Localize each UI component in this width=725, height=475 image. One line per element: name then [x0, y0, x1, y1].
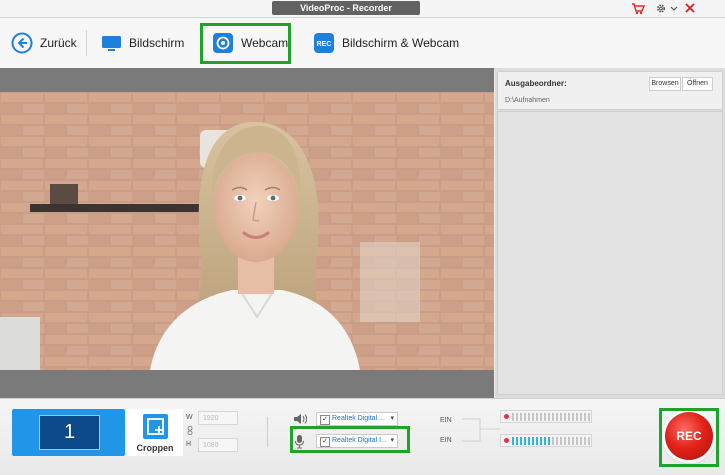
- mic-state: EIN: [440, 437, 452, 444]
- monitor-icon: [102, 36, 121, 51]
- settings-panel-body: [497, 111, 723, 395]
- height-label: H: [186, 441, 192, 448]
- width-field[interactable]: 1920: [198, 411, 238, 425]
- tab-webcam-label: Webcam: [241, 36, 289, 50]
- chevron-down-icon: ▾: [390, 415, 394, 422]
- mic-device-select[interactable]: ✓ Realtek Digital I... ▾: [316, 434, 398, 448]
- link-icon[interactable]: [187, 426, 193, 435]
- speaker-icon[interactable]: [293, 413, 307, 425]
- toolbar: Zurück Bildschirm Webcam REC Bildschirm …: [0, 18, 725, 69]
- chevron-down-icon[interactable]: [668, 2, 682, 15]
- close-icon[interactable]: [683, 2, 697, 15]
- back-button[interactable]: Zurück: [11, 18, 77, 68]
- tab-screen[interactable]: Bildschirm: [101, 18, 184, 68]
- gear-icon[interactable]: [654, 2, 668, 15]
- mic-checkbox[interactable]: ✓: [320, 437, 330, 447]
- bottom-divider: [267, 417, 268, 447]
- crop-icon: [143, 414, 168, 439]
- output-folder-path: D:\Aufnahmen: [505, 97, 550, 104]
- mic-level-dot: [504, 438, 509, 443]
- toolbar-divider: [86, 30, 87, 56]
- monitor-select-button[interactable]: 1: [12, 409, 125, 456]
- back-label: Zurück: [40, 36, 77, 50]
- speaker-state: EIN: [440, 417, 452, 424]
- speaker-level-meter: [500, 410, 592, 423]
- microphone-icon[interactable]: [294, 434, 305, 449]
- rec-screen-icon: REC: [314, 33, 334, 53]
- width-label: W: [186, 414, 193, 421]
- chevron-down-icon: ▾: [390, 437, 394, 444]
- speaker-device-name: Realtek Digital ...: [332, 415, 385, 422]
- cart-icon[interactable]: [631, 2, 645, 15]
- webcam-preview-area: [0, 68, 494, 398]
- speaker-level-bars: [512, 413, 590, 421]
- mic-level-bars: [512, 437, 590, 445]
- mic-level-meter: [500, 434, 592, 447]
- settings-panel: Ausgabeordner: Browsen Öffnen D:\Aufnahm…: [495, 68, 725, 398]
- speaker-device-select[interactable]: ✓ Realtek Digital ... ▾: [316, 412, 398, 426]
- output-folder-box: Ausgabeordner: Browsen Öffnen D:\Aufnahm…: [497, 71, 723, 110]
- record-button[interactable]: REC: [665, 412, 713, 460]
- window-title: VideoProc - Recorder: [272, 1, 420, 15]
- audio-connector: [462, 418, 500, 442]
- speaker-checkbox[interactable]: ✓: [320, 415, 330, 425]
- title-bar: VideoProc - Recorder: [0, 0, 725, 18]
- webcam-feed: [0, 92, 494, 370]
- bottom-controls: 1 Croppen W 1920 H 1080 ✓ Realtek Digita…: [0, 398, 725, 475]
- tab-screen-webcam[interactable]: REC Bildschirm & Webcam: [313, 18, 459, 68]
- webcam-icon: [213, 33, 233, 53]
- open-button[interactable]: Öffnen: [682, 77, 713, 91]
- monitor-number: 1: [39, 415, 100, 450]
- speaker-level-dot: [504, 414, 509, 419]
- arrow-left-icon: [11, 32, 33, 54]
- webcam-image: [0, 92, 494, 370]
- tab-screen-webcam-label: Bildschirm & Webcam: [342, 36, 460, 50]
- output-folder-label: Ausgabeordner:: [505, 79, 567, 88]
- height-field[interactable]: 1080: [198, 438, 238, 452]
- browse-button[interactable]: Browsen: [649, 77, 681, 91]
- crop-label: Croppen: [136, 443, 174, 453]
- tab-webcam[interactable]: Webcam: [212, 18, 288, 68]
- tab-screen-label: Bildschirm: [129, 36, 185, 50]
- mic-device-name: Realtek Digital I...: [332, 437, 387, 444]
- crop-button[interactable]: Croppen: [127, 409, 183, 456]
- svg-text:REC: REC: [317, 41, 332, 48]
